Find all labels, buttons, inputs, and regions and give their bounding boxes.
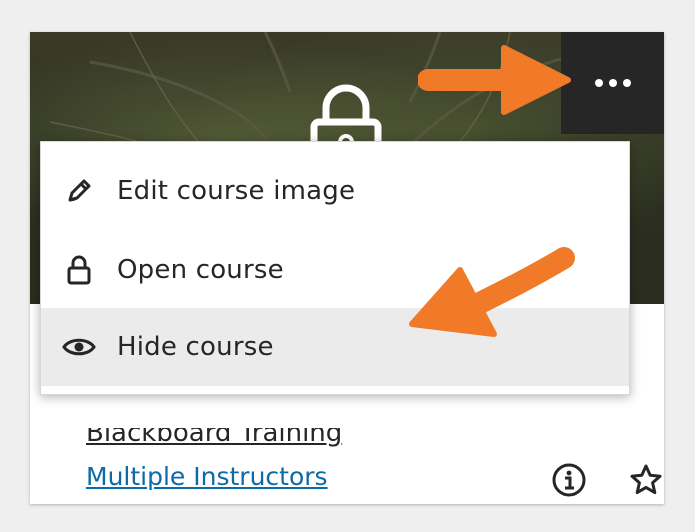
menu-item-edit-course-image[interactable]: Edit course image [41,152,629,230]
eye-icon [61,329,97,365]
menu-item-label: Open course [117,255,284,285]
lock-icon [61,252,97,288]
instructor-link[interactable]: Multiple Instructors [86,462,328,491]
course-title[interactable]: Blackboard Training [86,428,342,448]
course-options-menu: Edit course image Open course Hide cours… [40,141,630,395]
menu-item-hide-course[interactable]: Hide course [41,308,629,386]
menu-item-open-course[interactable]: Open course [41,231,629,309]
pencil-icon [61,173,97,209]
menu-item-label: Hide course [117,332,274,362]
more-options-button[interactable] [561,32,664,134]
menu-item-label: Edit course image [117,176,356,206]
more-options-icon [594,79,631,87]
info-icon[interactable] [551,462,587,498]
star-icon[interactable] [628,462,664,498]
screenshot-canvas: Blackboard Training Multiple Instructors… [0,0,695,532]
